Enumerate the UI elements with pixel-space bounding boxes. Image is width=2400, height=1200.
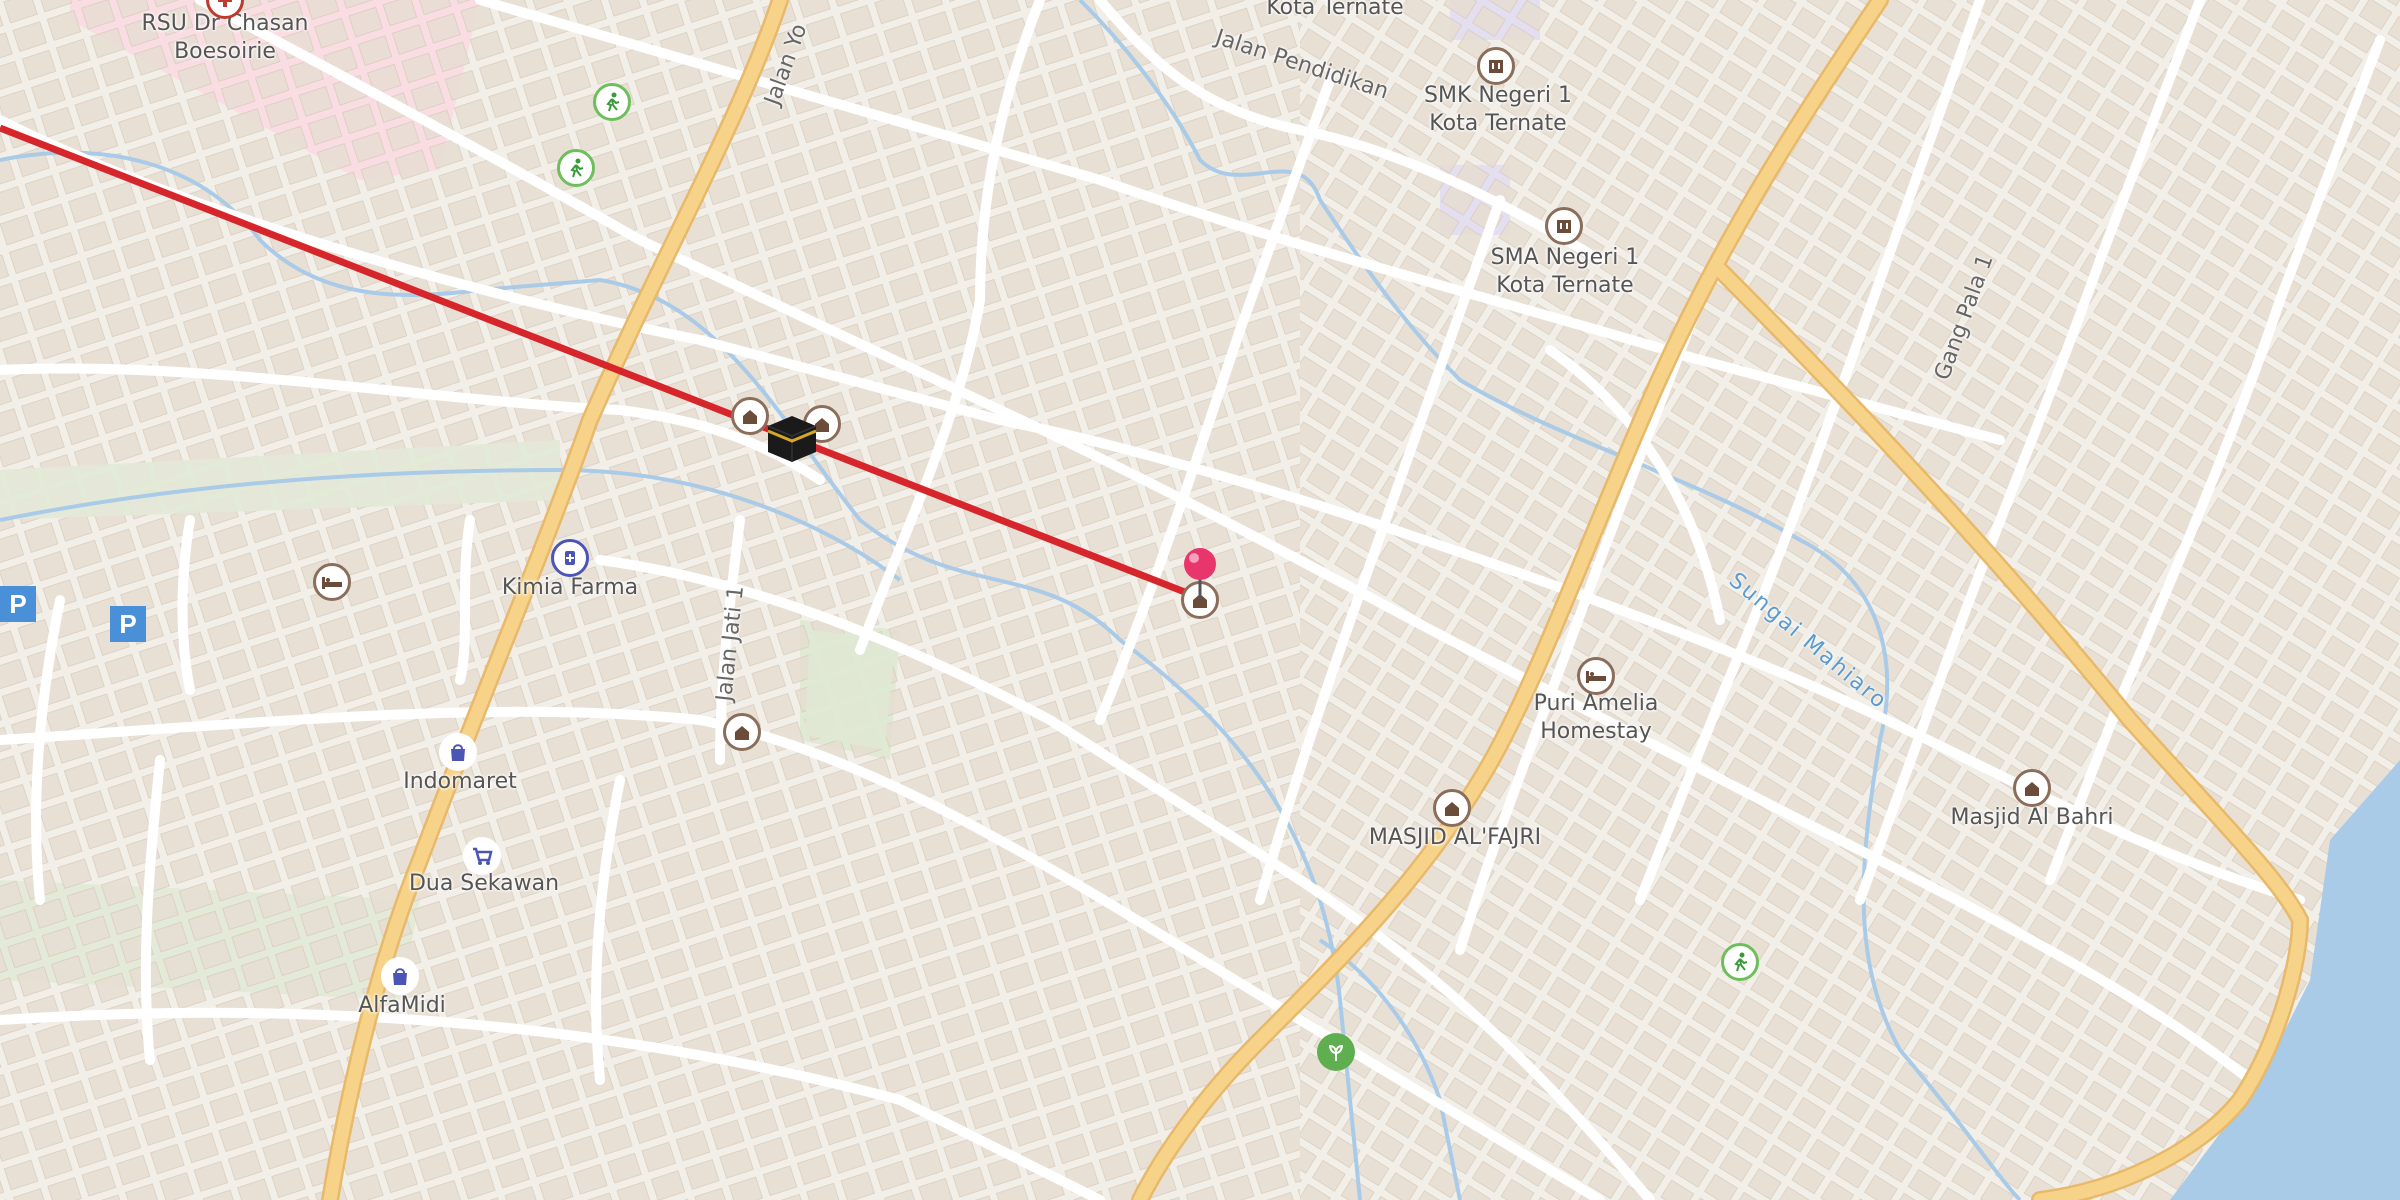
- sport-icon[interactable]: [593, 83, 631, 121]
- kaaba-icon[interactable]: [764, 412, 820, 464]
- school-icon[interactable]: [1545, 207, 1583, 245]
- label-masjid-albahri[interactable]: Masjid Al Bahri: [1951, 804, 2114, 832]
- mosque-icon[interactable]: [1433, 789, 1471, 827]
- shopping-cart-icon[interactable]: [463, 837, 501, 875]
- label-kimia-farma[interactable]: Kimia Farma: [502, 574, 638, 602]
- shopping-bag-icon[interactable]: [439, 733, 477, 771]
- mosque-icon[interactable]: [2013, 769, 2051, 807]
- label-indomaret[interactable]: Indomaret: [403, 768, 517, 796]
- garden-icon[interactable]: [1317, 1033, 1355, 1071]
- label-smk[interactable]: SMK Negeri 1 Kota Ternate: [1424, 82, 1572, 138]
- parking-icon[interactable]: P: [0, 586, 36, 622]
- parking-icon[interactable]: P: [110, 606, 146, 642]
- map-canvas[interactable]: RSU Dr Chasan Boesoirie Kota Ternate SMK…: [0, 0, 2400, 1200]
- label-sma[interactable]: SMA Negeri 1 Kota Ternate: [1491, 244, 1640, 300]
- label-puri-amelia[interactable]: Puri Amelia Homestay: [1534, 690, 1659, 746]
- location-pin-icon[interactable]: [1180, 546, 1220, 602]
- shopping-bag-icon[interactable]: [381, 957, 419, 995]
- label-kota-ternate[interactable]: Kota Ternate: [1266, 0, 1403, 22]
- bed-icon[interactable]: [1577, 657, 1615, 695]
- pharmacy-icon[interactable]: [551, 539, 589, 577]
- sport-icon[interactable]: [557, 149, 595, 187]
- mosque-icon[interactable]: [723, 713, 761, 751]
- school-icon[interactable]: [1477, 47, 1515, 85]
- label-masjid-alfajri[interactable]: MASJID AL'FAJRI: [1369, 824, 1541, 852]
- label-alfamidi[interactable]: AlfaMidi: [358, 992, 446, 1020]
- bed-icon[interactable]: [313, 563, 351, 601]
- sport-icon[interactable]: [1721, 943, 1759, 981]
